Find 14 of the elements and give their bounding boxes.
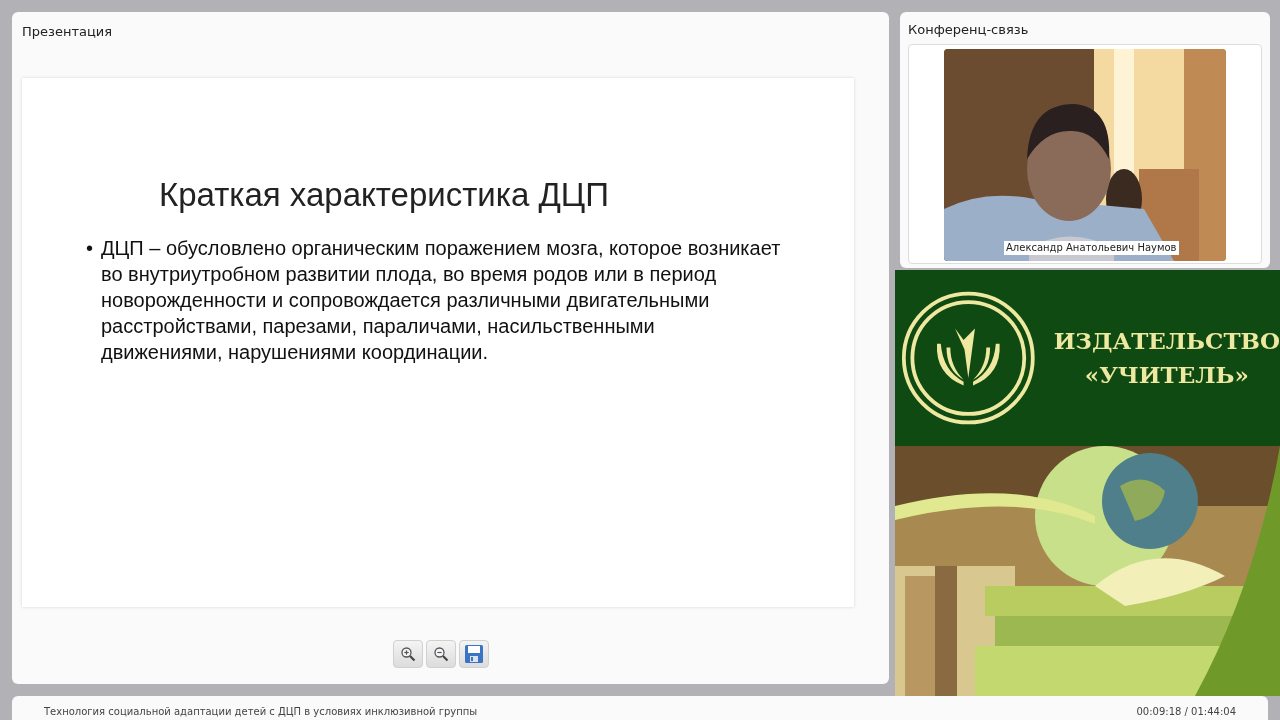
zoom-in-button[interactable] bbox=[392, 639, 423, 668]
zoom-out-icon bbox=[432, 645, 449, 662]
save-button[interactable] bbox=[458, 639, 489, 668]
publisher-name: «УЧИТЕЛЬ» bbox=[1084, 360, 1249, 390]
zoom-in-icon bbox=[399, 645, 416, 662]
bullet-text: ДЦП – обусловлено органическим поражением мозга, которое возникает во внутриутробном развитии плода, во время родов или в период новорожденности и сопровождается различными двигательными расстройствами, парезами, параличами, насильственными движениями, нарушениями координации. bbox=[101, 236, 781, 365]
course-title: Технология социальной адаптации детей с ДЦП в условиях инклюзивной группы bbox=[44, 705, 478, 719]
panel-title: Презентация bbox=[22, 23, 114, 41]
playback-time: 00:09:18 / 01:44:04 bbox=[1136, 705, 1236, 719]
bullet-marker: • bbox=[86, 236, 94, 261]
slide-heading: Краткая характеристика ДЦП bbox=[158, 174, 610, 215]
panel-title: Конференц-связь bbox=[908, 21, 1030, 39]
publisher-name: ИЗДАТЕЛЬСТВО bbox=[1053, 326, 1280, 356]
zoom-out-button[interactable] bbox=[425, 639, 456, 668]
